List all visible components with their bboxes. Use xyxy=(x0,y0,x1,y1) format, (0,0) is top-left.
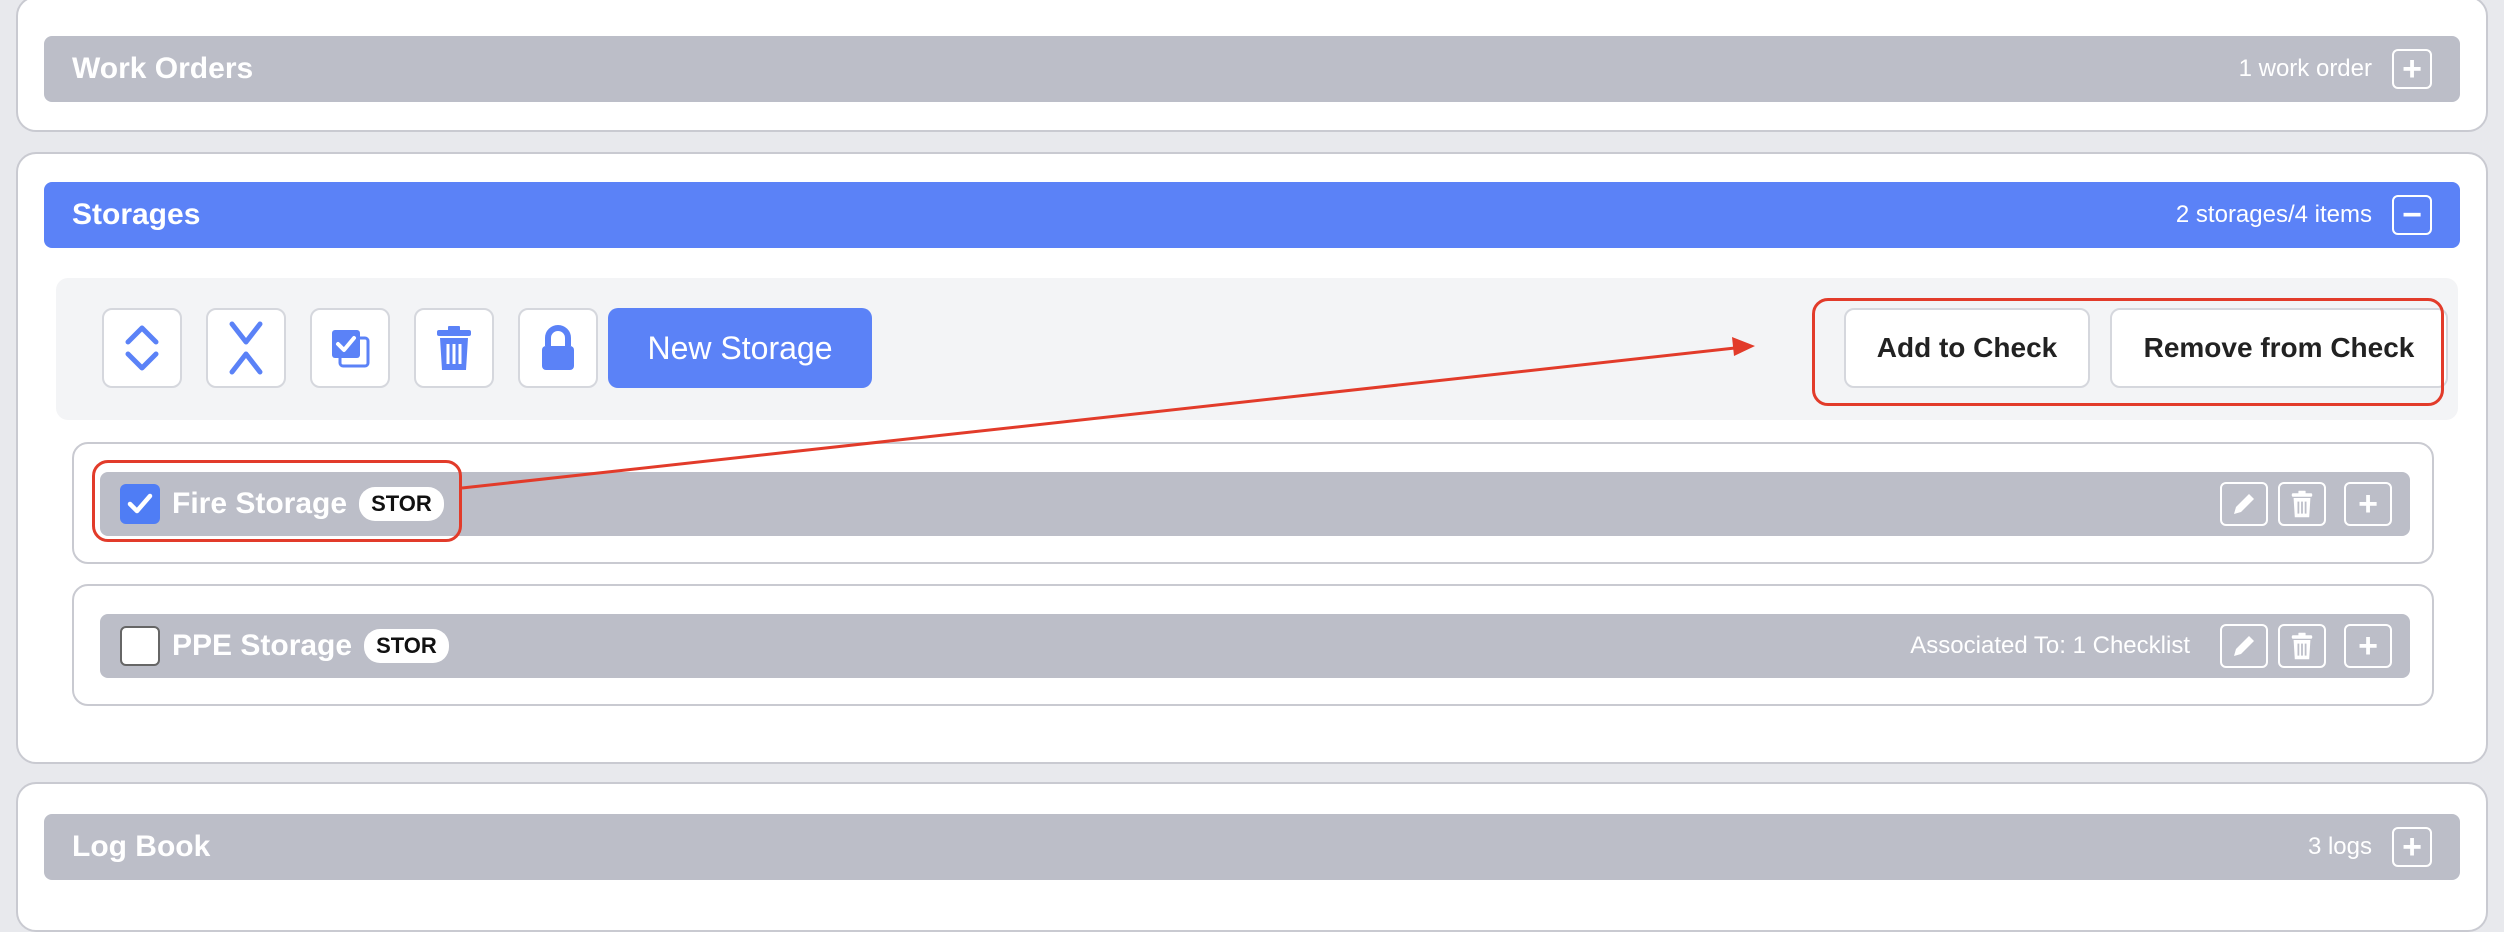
annotation-arrow xyxy=(461,337,1755,490)
